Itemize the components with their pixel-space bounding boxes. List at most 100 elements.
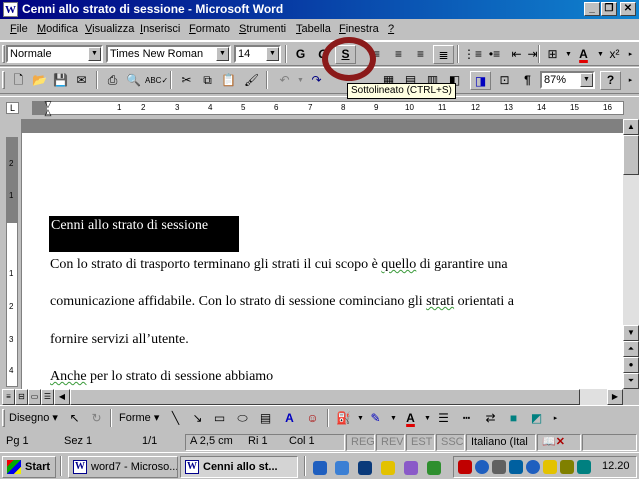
help-button[interactable]: ? bbox=[600, 71, 621, 90]
tray-scheduler-icon[interactable] bbox=[560, 460, 574, 474]
menu-help[interactable]: ? bbox=[388, 23, 394, 35]
tray-app-icon[interactable] bbox=[458, 460, 472, 474]
free-rotate-icon[interactable]: ↻ bbox=[86, 409, 107, 428]
status-rec[interactable]: REG bbox=[346, 434, 375, 451]
more-buttons-icon[interactable]: ▸ bbox=[620, 71, 639, 90]
horizontal-scrollbar[interactable]: ≡ ⊟ ▭ ☰ ◀ ▶ bbox=[0, 389, 639, 405]
previous-page-icon[interactable]: ⏶ bbox=[623, 341, 639, 357]
font-size-select[interactable]: 14 ▼ bbox=[234, 45, 281, 63]
tab-selector-icon[interactable]: L bbox=[6, 102, 19, 114]
normal-view-icon[interactable]: ≡ bbox=[2, 389, 15, 405]
tray-misc-icon[interactable] bbox=[577, 460, 591, 474]
menu-tabella[interactable]: Tabella bbox=[296, 23, 331, 35]
scroll-right-icon[interactable]: ▶ bbox=[607, 389, 623, 405]
style-select[interactable]: Normale ▼ bbox=[6, 45, 103, 63]
word-app-icon[interactable]: W bbox=[3, 2, 18, 17]
menu-strumenti[interactable]: Strumenti bbox=[239, 23, 286, 35]
paragraph-line-3[interactable]: fornire servizi all’utente. bbox=[50, 332, 189, 348]
menu-inserisci[interactable]: Inserisci bbox=[140, 23, 180, 35]
wordart-icon[interactable]: A bbox=[279, 409, 300, 428]
scroll-thumb[interactable] bbox=[623, 135, 639, 175]
format-painter-icon[interactable]: 🖌 bbox=[241, 71, 262, 90]
more-buttons-icon[interactable]: ▸ bbox=[620, 45, 639, 64]
selected-heading[interactable]: Cenni allo strato di sessione bbox=[49, 216, 239, 252]
pilcrow-button[interactable]: ¶ bbox=[517, 71, 538, 90]
select-objects-icon[interactable]: ↖ bbox=[64, 409, 85, 428]
line-style-icon[interactable]: ☰ bbox=[433, 409, 454, 428]
chevron-down-icon[interactable]: ▼ bbox=[266, 47, 279, 61]
paragraph-line-4[interactable]: Anche per lo strato di sessione abbiamo bbox=[50, 369, 273, 385]
arrow-style-icon[interactable]: ⇄ bbox=[480, 409, 501, 428]
tray-globe-icon[interactable] bbox=[475, 460, 489, 474]
redo-icon[interactable]: ↷ bbox=[306, 71, 327, 90]
outline-view-icon[interactable]: ☰ bbox=[41, 389, 54, 405]
chevron-down-icon[interactable]: ▼ bbox=[580, 73, 593, 87]
toolbar-grip[interactable] bbox=[2, 71, 5, 89]
cut-icon[interactable]: ✂ bbox=[176, 71, 197, 90]
menu-modifica[interactable]: Modifica bbox=[37, 23, 78, 35]
show-hide-icon[interactable]: ⊡ bbox=[494, 71, 515, 90]
tray-display-icon[interactable] bbox=[509, 460, 523, 474]
shadow-icon[interactable]: ■ bbox=[503, 409, 524, 428]
menu-visualizza[interactable]: Visualizza bbox=[85, 23, 134, 35]
menu-finestra[interactable]: Finestra bbox=[339, 23, 379, 35]
copy-icon[interactable]: ⧉ bbox=[197, 71, 218, 90]
close-button[interactable]: ✕ bbox=[620, 2, 636, 16]
scroll-up-icon[interactable]: ▲ bbox=[623, 119, 639, 135]
quicklaunch-app-icon[interactable] bbox=[404, 461, 418, 475]
hscroll-track[interactable] bbox=[70, 389, 607, 405]
chevron-down-icon[interactable]: ▼ bbox=[216, 47, 229, 61]
status-ovr[interactable]: SSC bbox=[436, 434, 465, 451]
tray-ie-icon[interactable] bbox=[526, 460, 540, 474]
dash-style-icon[interactable]: ┅ bbox=[456, 409, 477, 428]
tray-network-icon[interactable] bbox=[492, 460, 506, 474]
minimize-button[interactable]: _ bbox=[584, 2, 600, 16]
vertical-ruler-strip[interactable]: 2 1 1 2 3 4 bbox=[6, 137, 18, 387]
scroll-left-icon[interactable]: ◀ bbox=[54, 389, 70, 405]
paste-icon[interactable]: 📋 bbox=[218, 71, 239, 90]
print-preview-icon[interactable]: 🔍 bbox=[123, 71, 144, 90]
font-select[interactable]: Times New Roman ▼ bbox=[106, 45, 231, 63]
indent-marker-icon[interactable]: ▽ △ bbox=[43, 100, 53, 117]
numbered-list-icon[interactable]: ⋮≡ bbox=[462, 45, 483, 64]
bulleted-list-icon[interactable]: •≡ bbox=[484, 45, 505, 64]
browse-object-icon[interactable]: ● bbox=[623, 357, 639, 373]
next-page-icon[interactable]: ⏷ bbox=[623, 373, 639, 389]
print-icon[interactable]: ⎙ bbox=[102, 71, 123, 90]
paragraph-line-2[interactable]: comunicazione affidabile. Con lo strato … bbox=[50, 294, 514, 310]
quicklaunch-app2-icon[interactable] bbox=[427, 461, 441, 475]
line-icon[interactable]: ╲ bbox=[165, 409, 186, 428]
scroll-down-icon[interactable]: ▼ bbox=[623, 325, 639, 341]
web-view-icon[interactable]: ⊟ bbox=[15, 389, 28, 405]
align-center-icon[interactable]: ≡ bbox=[388, 45, 409, 64]
paragraph-line-1[interactable]: Con lo strato di trasporto terminano gli… bbox=[50, 257, 508, 273]
outlook-icon[interactable] bbox=[335, 461, 349, 475]
autoshapes-menu-button[interactable]: Forme ▾ bbox=[119, 411, 159, 424]
oval-icon[interactable]: ⬭ bbox=[232, 409, 253, 428]
taskbar-item-word7[interactable]: W word7 - Microso... bbox=[68, 456, 178, 478]
clipart-icon[interactable]: ☺ bbox=[302, 409, 323, 428]
more-buttons-icon[interactable]: ▸ bbox=[545, 409, 566, 428]
status-language[interactable]: Italiano (Ital bbox=[466, 434, 536, 451]
document-map-icon[interactable]: ◨ bbox=[470, 71, 491, 90]
new-document-icon[interactable]: 🗋 bbox=[8, 71, 29, 90]
status-ext[interactable]: EST bbox=[406, 434, 435, 451]
menu-formato[interactable]: Formato bbox=[189, 23, 230, 35]
taskbar-item-cenni[interactable]: W Cenni allo st... bbox=[180, 456, 298, 478]
open-folder-icon[interactable]: 📂 bbox=[29, 71, 50, 90]
bold-button[interactable]: G bbox=[290, 45, 311, 64]
align-right-icon[interactable]: ≡ bbox=[410, 45, 431, 64]
spelling-icon[interactable]: ABC✓ bbox=[145, 71, 168, 90]
arrow-icon[interactable]: ↘ bbox=[187, 409, 208, 428]
desktop-icon[interactable] bbox=[358, 461, 372, 475]
clock[interactable]: 12.20 bbox=[602, 460, 630, 472]
ie-icon[interactable] bbox=[313, 461, 327, 475]
channels-icon[interactable] bbox=[381, 461, 395, 475]
draw-menu-button[interactable]: Disegno ▾ bbox=[9, 411, 58, 424]
restore-button[interactable]: ❐ bbox=[601, 2, 617, 16]
toolbar-grip[interactable] bbox=[2, 45, 5, 63]
mail-icon[interactable]: ✉ bbox=[71, 71, 92, 90]
spelling-status-icon[interactable]: 📖✕ bbox=[537, 434, 581, 451]
layout-view-icon[interactable]: ▭ bbox=[28, 389, 41, 405]
ruler-strip[interactable]: ▽ △ 1 2 3 4 5 6 7 8 9 10 11 12 13 14 15 1… bbox=[32, 100, 624, 117]
